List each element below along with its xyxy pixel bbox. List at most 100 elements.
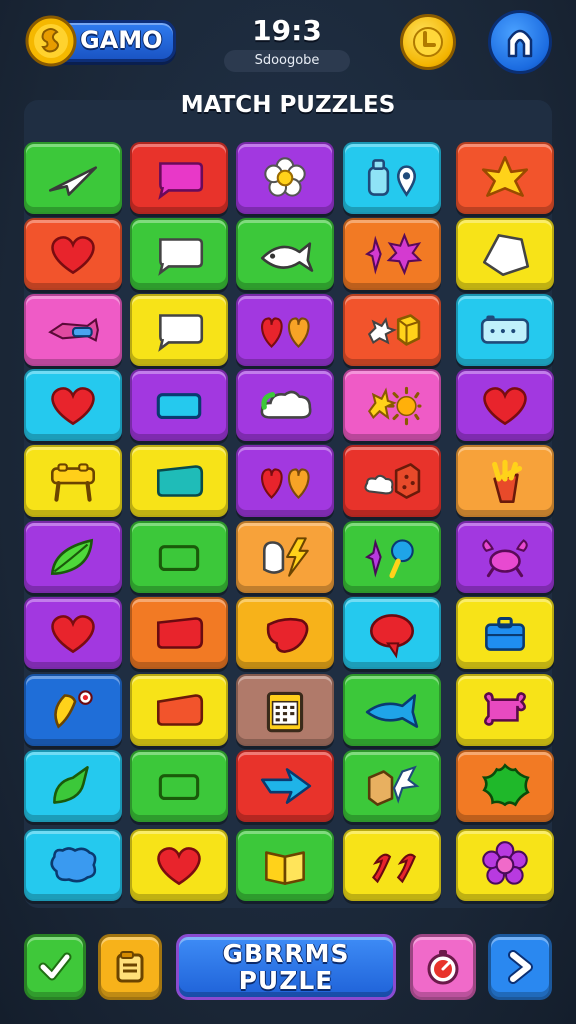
- plane-icon: [48, 317, 99, 342]
- puzzle-tile[interactable]: [343, 750, 441, 822]
- puzzle-tile[interactable]: [130, 294, 228, 366]
- heart-icon: [157, 847, 201, 886]
- table-icon: [50, 463, 96, 502]
- clock-subtitle: Sdoogobe: [224, 50, 350, 72]
- puzzle-tile[interactable]: [236, 142, 334, 214]
- clock: 19:3 Sdoogobe: [222, 14, 352, 74]
- puzzle-tile[interactable]: [456, 142, 554, 214]
- puzzle-tile[interactable]: [236, 674, 334, 746]
- play-puzzle-button[interactable]: GBRRMS PUZLE: [176, 934, 396, 1000]
- sparkle-and-tree-icon: [364, 538, 414, 579]
- puzzle-tile[interactable]: [24, 445, 122, 517]
- two-hearts-icon: [261, 317, 310, 349]
- clock-icon: [413, 27, 443, 57]
- list-button[interactable]: [98, 934, 162, 1000]
- red-blob-icon: [266, 617, 309, 653]
- puzzle-tile[interactable]: [343, 369, 441, 441]
- puzzle-tile[interactable]: [130, 674, 228, 746]
- clock-time: 19:3: [252, 14, 322, 47]
- puzzle-tile[interactable]: [456, 750, 554, 822]
- puzzle-tile[interactable]: [343, 218, 441, 290]
- puzzle-tile[interactable]: [236, 445, 334, 517]
- fish-icon: [260, 242, 314, 272]
- puzzle-tile[interactable]: [236, 750, 334, 822]
- heart-icon: [51, 236, 95, 275]
- puzzle-tile[interactable]: [130, 597, 228, 669]
- next-button[interactable]: [488, 934, 552, 1000]
- puzzle-tile[interactable]: [24, 218, 122, 290]
- box-and-shell-icon: [367, 765, 420, 806]
- puzzle-tile[interactable]: [456, 218, 554, 290]
- flower-icon: [264, 157, 306, 197]
- puzzle-tile[interactable]: [24, 829, 122, 901]
- puzzle-tile[interactable]: [130, 445, 228, 517]
- puzzle-tile[interactable]: [343, 829, 441, 901]
- puzzle-tile[interactable]: [456, 294, 554, 366]
- puzzle-tile[interactable]: [456, 521, 554, 593]
- stopwatch-button[interactable]: [410, 934, 476, 1000]
- puzzle-tile[interactable]: [24, 521, 122, 593]
- puzzle-tile[interactable]: [343, 142, 441, 214]
- puzzle-tile[interactable]: [24, 597, 122, 669]
- puzzle-tile[interactable]: [130, 369, 228, 441]
- puzzle-tile[interactable]: [130, 142, 228, 214]
- puzzle-tile[interactable]: [24, 294, 122, 366]
- puzzle-tile[interactable]: [24, 369, 122, 441]
- play-button-line1: GBRRMS: [222, 939, 350, 968]
- battery-icon: [480, 315, 530, 344]
- puzzle-tile[interactable]: [236, 218, 334, 290]
- puzzle-tile[interactable]: [456, 445, 554, 517]
- puzzle-tile[interactable]: [236, 829, 334, 901]
- speech-bubble-icon: [158, 314, 204, 352]
- puzzle-tile[interactable]: [456, 829, 554, 901]
- glove-and-bolt-icon: [262, 537, 309, 577]
- brand-badge[interactable]: GAMO: [24, 14, 176, 68]
- leaf-icon: [50, 538, 94, 575]
- brand-name: GAMO: [80, 26, 163, 54]
- puzzle-tile[interactable]: [24, 674, 122, 746]
- puzzle-tile[interactable]: [236, 597, 334, 669]
- coin-icon: [25, 15, 77, 67]
- yellow-book-icon: [265, 851, 305, 885]
- magenta-speech-icon: [158, 162, 204, 200]
- puzzle-tile[interactable]: [456, 674, 554, 746]
- check-icon: [38, 952, 72, 981]
- bottle-and-pin-icon: [367, 159, 417, 197]
- puzzle-tile[interactable]: [24, 142, 122, 214]
- puzzle-tile[interactable]: [343, 674, 441, 746]
- briefcase-icon: [485, 616, 525, 651]
- red-speech-icon: [369, 614, 415, 659]
- puzzle-tile[interactable]: [236, 369, 334, 441]
- two-red-marks-icon: [371, 853, 417, 884]
- speech-bubble-icon: [158, 238, 204, 276]
- arch-icon: [507, 29, 533, 58]
- puzzle-tile[interactable]: [343, 445, 441, 517]
- fries-icon: [492, 459, 523, 504]
- puzzle-tile[interactable]: [130, 750, 228, 822]
- purple-flower-icon: [482, 841, 528, 885]
- list-icon: [116, 951, 144, 983]
- heart-icon: [51, 387, 95, 426]
- home-button[interactable]: [488, 10, 552, 74]
- puzzle-tile[interactable]: [130, 218, 228, 290]
- puzzle-tile[interactable]: [343, 521, 441, 593]
- heart-icon: [51, 615, 95, 654]
- crab-icon: [482, 539, 528, 578]
- puzzle-tile[interactable]: [456, 369, 554, 441]
- puzzle-tile[interactable]: [24, 750, 122, 822]
- blue-splat-icon: [50, 847, 97, 883]
- cyan-bar-icon: [156, 393, 202, 419]
- sparkle-splash-icon: [364, 232, 423, 276]
- puzzle-tile[interactable]: [343, 597, 441, 669]
- puzzle-tile[interactable]: [343, 294, 441, 366]
- puzzle-tile[interactable]: [130, 521, 228, 593]
- puzzle-tile[interactable]: [236, 294, 334, 366]
- confirm-button[interactable]: [24, 934, 86, 1000]
- board-title: MATCH PUZZLES: [180, 92, 396, 118]
- teal-card-icon: [156, 465, 204, 497]
- puzzle-tile[interactable]: [236, 521, 334, 593]
- timer-button[interactable]: [400, 14, 456, 70]
- puzzle-tile[interactable]: [456, 597, 554, 669]
- puzzle-tile[interactable]: [130, 829, 228, 901]
- orange-flag-icon: [156, 694, 204, 726]
